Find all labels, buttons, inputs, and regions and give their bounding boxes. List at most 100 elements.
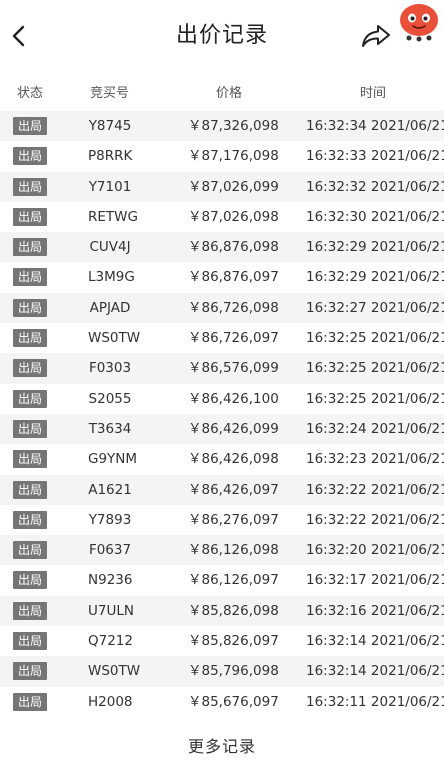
bid-price: ￥85,676,097 — [188, 693, 279, 710]
bid-number: T3634 — [88, 420, 132, 437]
bid-number: A1621 — [88, 481, 132, 498]
bid-price: ￥86,426,099 — [188, 420, 279, 437]
bid-time: 16:32:22 2021/06/21 — [306, 511, 444, 528]
bid-price: ￥86,726,098 — [188, 299, 279, 316]
bid-number: G9YNM — [88, 451, 138, 468]
bid-time: 16:32:29 2021/06/21 — [306, 239, 444, 256]
bid-number: U7ULN — [88, 602, 134, 619]
status-badge: 出局 — [13, 541, 47, 560]
table-row: 出局 P8RRK ￥87,176,098 16:32:33 2021/06/21 — [0, 141, 444, 172]
bid-number: CUV4J — [89, 239, 131, 256]
status-badge: 出局 — [13, 359, 47, 378]
bid-number: APJAD — [89, 299, 131, 316]
status-badge: 出局 — [13, 177, 47, 196]
more-records-link[interactable]: 更多记录 — [0, 734, 444, 760]
bid-price: ￥87,326,098 — [188, 118, 279, 134]
bid-price: ￥86,276,097 — [188, 511, 279, 528]
table-row: 出局 N9236 ￥86,126,097 16:32:17 2021/06/21 — [0, 565, 444, 596]
table-row: 出局 Y7893 ￥86,276,097 16:32:22 2021/06/21 — [0, 504, 444, 536]
table-row: 出局 U7ULN ￥85,826,098 16:32:16 2021/06/21 — [0, 595, 444, 627]
column-header-status: 状态 — [17, 86, 44, 101]
bid-time: 16:32:34 2021/06/21 — [306, 118, 444, 134]
status-badge: 出局 — [13, 207, 47, 226]
share-icon[interactable] — [360, 22, 392, 50]
status-badge: 出局 — [13, 450, 47, 469]
bid-price: ￥85,826,097 — [188, 633, 279, 650]
bid-time: 16:32:27 2021/06/21 — [306, 299, 444, 316]
table-row: 出局 T3634 ￥86,426,099 16:32:24 2021/06/21 — [0, 413, 444, 445]
bid-number: Q7212 — [88, 633, 133, 650]
bid-time: 16:32:30 2021/06/21 — [306, 208, 444, 225]
bid-price: ￥86,426,098 — [188, 451, 279, 468]
bid-time: 16:32:29 2021/06/21 — [306, 269, 444, 286]
bid-number: Y7101 — [88, 178, 132, 195]
bid-price: ￥86,876,097 — [188, 269, 279, 286]
bid-price: ￥86,876,098 — [188, 239, 279, 256]
bid-number: RETWG — [88, 208, 138, 225]
column-header-price: 价格 — [216, 86, 243, 101]
status-badge: 出局 — [13, 329, 47, 348]
table-row: 出局 Y7101 ￥87,026,099 16:32:32 2021/06/21 — [0, 171, 444, 202]
table-row: 出局 Q7212 ￥85,826,097 16:32:14 2021/06/21 — [0, 626, 444, 657]
bid-number: P8RRK — [88, 148, 133, 165]
status-badge: 出局 — [13, 117, 47, 135]
table-header: 状态 竞买号 价格 时间 — [0, 74, 444, 106]
status-badge: 出局 — [13, 298, 47, 317]
table-row: 出局 WS0TW ￥86,726,097 16:32:25 2021/06/21 — [0, 323, 444, 354]
bid-time: 16:32:22 2021/06/21 — [306, 481, 444, 498]
bid-price: ￥86,576,099 — [188, 360, 279, 377]
bid-price: ￥86,726,097 — [188, 330, 279, 347]
bid-time: 16:32:25 2021/06/21 — [306, 360, 444, 377]
status-badge: 出局 — [13, 389, 47, 408]
status-badge: 出局 — [13, 238, 47, 257]
bid-time: 16:32:33 2021/06/21 — [306, 148, 444, 165]
bid-price: ￥86,126,097 — [188, 572, 279, 589]
table-row: 出局 H2008 ￥85,676,097 16:32:11 2021/06/21 — [0, 686, 444, 717]
bid-time: 16:32:23 2021/06/21 — [306, 451, 444, 468]
bid-price: ￥87,176,098 — [188, 148, 279, 165]
table-row: 出局 F0303 ￥86,576,099 16:32:25 2021/06/21 — [0, 353, 444, 384]
bid-price: ￥87,026,099 — [188, 178, 279, 195]
bid-number: F0637 — [88, 542, 132, 559]
app-header: 出价记录 — [0, 0, 444, 74]
table-row: 出局 F0637 ￥86,126,098 16:32:20 2021/06/21 — [0, 535, 444, 566]
bid-time: 16:32:20 2021/06/21 — [306, 542, 444, 559]
back-icon[interactable] — [4, 20, 32, 52]
status-badge: 出局 — [13, 510, 47, 529]
bid-price: ￥86,126,098 — [188, 542, 279, 559]
table-row: 出局 A1621 ￥86,426,097 16:32:22 2021/06/21 — [0, 474, 444, 505]
bid-number: Y7893 — [88, 511, 132, 528]
status-badge: 出局 — [13, 268, 47, 287]
bid-price: ￥86,426,100 — [188, 390, 279, 407]
table-row: 出局 WS0TW ￥85,796,098 16:32:14 2021/06/21 — [0, 656, 444, 687]
table-row: 出局 RETWG ￥87,026,098 16:32:30 2021/06/21 — [0, 201, 444, 233]
bid-number: WS0TW — [88, 330, 141, 347]
bid-record-list: 出局 Y8745 ￥87,326,098 16:32:34 2021/06/21… — [0, 111, 444, 717]
bid-price: ￥86,426,097 — [188, 481, 279, 498]
mascot-icon[interactable] — [398, 2, 440, 42]
bid-time: 16:32:24 2021/06/21 — [306, 420, 444, 437]
status-badge: 出局 — [13, 692, 47, 711]
bid-number: H2008 — [88, 693, 133, 710]
bid-time: 16:32:16 2021/06/21 — [306, 602, 444, 619]
table-row: 出局 S2055 ￥86,426,100 16:32:25 2021/06/21 — [0, 383, 444, 414]
bid-number: N9236 — [88, 572, 133, 589]
bid-number: Y8745 — [88, 118, 132, 134]
bid-time: 16:32:14 2021/06/21 — [306, 633, 444, 650]
status-badge: 出局 — [13, 601, 47, 620]
bid-number: L3M9G — [88, 269, 135, 286]
bid-number: WS0TW — [88, 663, 141, 680]
column-header-bid-no: 竞买号 — [90, 86, 130, 101]
column-header-time: 时间 — [360, 86, 387, 101]
bid-price: ￥87,026,098 — [188, 208, 279, 225]
bid-number: S2055 — [88, 390, 132, 407]
status-badge: 出局 — [13, 662, 47, 681]
bid-time: 16:32:14 2021/06/21 — [306, 663, 444, 680]
status-badge: 出局 — [13, 632, 47, 651]
bid-time: 16:32:11 2021/06/21 — [306, 693, 444, 710]
table-row: 出局 CUV4J ￥86,876,098 16:32:29 2021/06/21 — [0, 232, 444, 263]
bid-price: ￥85,796,098 — [188, 663, 279, 680]
status-badge: 出局 — [13, 419, 47, 438]
bid-time: 16:32:17 2021/06/21 — [306, 572, 444, 589]
table-row: 出局 Y8745 ￥87,326,098 16:32:34 2021/06/21 — [0, 111, 444, 142]
